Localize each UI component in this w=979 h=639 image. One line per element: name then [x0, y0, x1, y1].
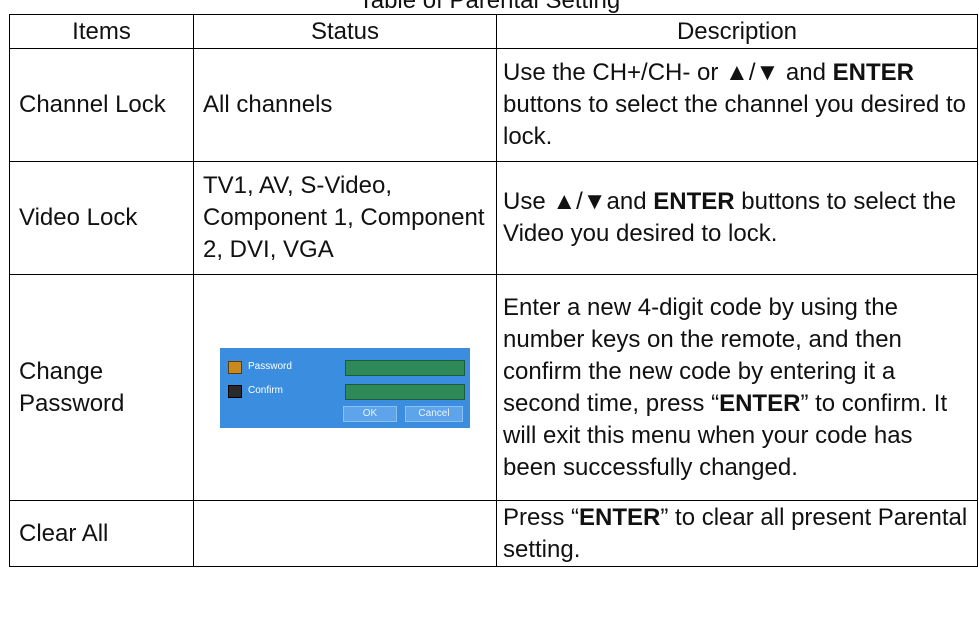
description-cell: Enter a new 4-digit code by using the nu… — [496, 274, 978, 501]
description-text: Use ▲/▼and — [503, 188, 654, 215]
status-cell — [193, 500, 497, 567]
enter-keyword: ENTER — [653, 188, 735, 215]
cancel-button[interactable]: Cancel — [405, 405, 463, 422]
item-cell: Channel Lock — [9, 48, 194, 162]
description-cell: Use ▲/▼and ENTER buttons to select the V… — [496, 161, 978, 275]
item-cell: Change Password — [9, 274, 194, 501]
enter-keyword: ENTER — [832, 59, 914, 86]
table-row: Video Lock TV1, AV, S-Video, Component 1… — [9, 161, 978, 275]
description-text: Use the CH+/CH- or ▲/▼ and — [503, 59, 833, 86]
status-cell: All channels — [193, 48, 497, 162]
description-cell: Press “ENTER” to clear all present Paren… — [496, 500, 978, 567]
lock-open-icon — [228, 360, 242, 374]
description-text: buttons to select the channel you desire… — [503, 91, 966, 150]
description-text: Press “ — [503, 503, 580, 531]
table-row: Clear All Press “ENTER” to clear all pre… — [9, 500, 978, 567]
header-status: Status — [193, 14, 497, 49]
table-row: Change Password Password Confirm OK Canc… — [9, 274, 978, 501]
confirm-input[interactable] — [345, 383, 465, 400]
description-cell: Use the CH+/CH- or ▲/▼ and ENTER buttons… — [496, 48, 978, 162]
header-items: Items — [9, 14, 194, 49]
table-row: Channel Lock All channels Use the CH+/CH… — [9, 48, 978, 162]
lock-closed-icon — [228, 384, 242, 398]
header-description: Description — [496, 14, 978, 49]
item-cell: Clear All — [9, 500, 194, 567]
ok-button[interactable]: OK — [343, 405, 397, 422]
item-cell: Video Lock — [9, 161, 194, 275]
password-label: Password — [248, 360, 292, 372]
password-dialog: Password Confirm OK Cancel — [220, 347, 470, 428]
enter-keyword: ENTER — [719, 389, 801, 417]
parental-setting-table: Items Status Description Channel Lock Al… — [9, 14, 978, 567]
password-input[interactable] — [345, 359, 465, 376]
header-row: Items Status Description — [9, 14, 978, 49]
status-cell: Password Confirm OK Cancel — [193, 274, 497, 501]
table-caption: Table of Parental Setting — [358, 0, 621, 14]
enter-keyword: ENTER — [579, 503, 661, 531]
confirm-label: Confirm — [248, 384, 284, 396]
status-cell: TV1, AV, S-Video, Component 1, Component… — [193, 161, 497, 275]
